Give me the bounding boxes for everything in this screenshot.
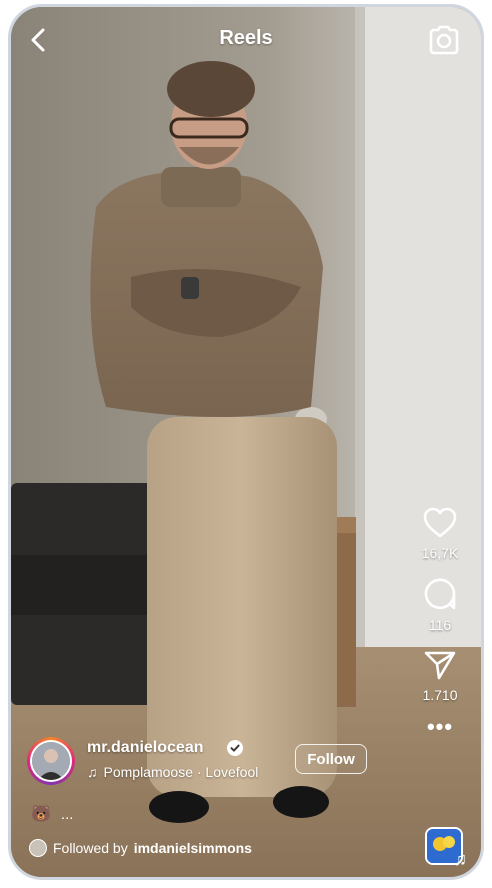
page-title: Reels [219, 27, 273, 49]
share-count: 1.710 [422, 687, 458, 703]
author-row: mr.danielocean ♫ Pomplamoose · Lovefool … [27, 737, 377, 789]
caption-emoji: 🐻 [31, 806, 51, 823]
reel-actions: 16,7K 116 1.710 ••• [411, 507, 469, 751]
author-username[interactable]: mr.danielocean [87, 739, 204, 757]
like-count: 16,7K [421, 545, 459, 561]
caption[interactable]: 🐻 ... [31, 804, 73, 824]
music-note-icon: ♫ [453, 849, 468, 869]
camera-icon [429, 25, 459, 55]
verified-icon [227, 740, 243, 756]
caption-more: ... [60, 805, 74, 823]
more-icon[interactable]: ••• [411, 716, 469, 738]
music-text: Pomplamoose · Lovefool [103, 764, 259, 780]
avatar-photo [32, 742, 70, 780]
followed-by[interactable]: Followed by imdanielsimmons [29, 839, 252, 857]
top-bar: Reels [11, 7, 481, 71]
reel-viewer: Reels 16,7K 116 1.710 ••• mr.danielocean… [8, 4, 484, 880]
heart-icon [423, 507, 457, 538]
follower-avatar [29, 839, 47, 857]
share-icon [424, 651, 456, 680]
comment-count: 116 [428, 617, 452, 633]
avatar[interactable] [27, 737, 75, 785]
followed-by-prefix: Followed by [53, 840, 128, 856]
music-info[interactable]: ♫ Pomplamoose · Lovefool [87, 764, 258, 780]
camera-button[interactable] [427, 24, 461, 56]
follow-button[interactable]: Follow [295, 744, 367, 774]
like-button[interactable]: 16,7K [411, 507, 469, 561]
comment-icon [424, 578, 456, 610]
share-button[interactable]: 1.710 [411, 649, 469, 703]
music-note-icon: ♫ [87, 764, 98, 780]
comment-button[interactable]: 116 [411, 577, 469, 633]
followed-by-name: imdanielsimmons [133, 840, 252, 856]
